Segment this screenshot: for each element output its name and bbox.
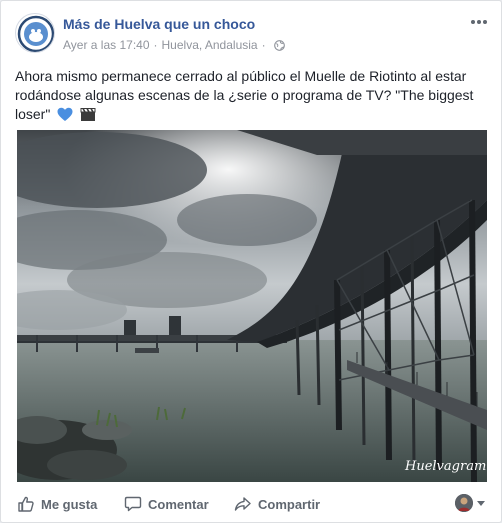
- post-meta: Ayer a las 17:40 · Huelva, Andalusia ·: [63, 38, 285, 52]
- blue-heart-icon: [57, 107, 73, 127]
- meta-separator: ·: [153, 38, 158, 52]
- page-name-link[interactable]: Más de Huelva que un choco: [63, 16, 255, 32]
- share-button[interactable]: Compartir: [234, 494, 320, 514]
- comment-label: Comentar: [148, 496, 209, 512]
- chevron-down-icon: [477, 500, 485, 506]
- reaction-identity-selector[interactable]: [455, 494, 485, 512]
- like-label: Me gusta: [41, 496, 98, 512]
- post-card: Más de Huelva que un choco Ayer a las 17…: [0, 0, 502, 523]
- share-label: Compartir: [258, 496, 321, 512]
- page-logo: [17, 15, 54, 52]
- user-avatar-icon: [455, 494, 473, 512]
- like-button[interactable]: Me gusta: [17, 494, 97, 514]
- comment-button[interactable]: Comentar: [124, 494, 209, 514]
- post-action-bar: Me gusta Comentar Compartir: [1, 484, 501, 522]
- post-photo[interactable]: Huelvagram: [17, 130, 487, 482]
- share-arrow-icon: [234, 497, 251, 511]
- clapper-board-icon: [80, 107, 96, 127]
- pier-photo: Huelvagram: [17, 130, 487, 482]
- comment-bubble-icon: [124, 496, 142, 512]
- globe-icon[interactable]: [273, 39, 285, 51]
- thumbs-up-icon: [18, 496, 34, 512]
- photo-watermark: Huelvagram: [404, 459, 486, 474]
- page-avatar[interactable]: [15, 13, 55, 53]
- post-timestamp[interactable]: Ayer a las 17:40: [63, 38, 150, 52]
- post-message: Ahora mismo permanece cerrado al público…: [15, 67, 487, 127]
- post-header: Más de Huelva que un choco Ayer a las 17…: [15, 13, 489, 57]
- meta-separator: ·: [261, 38, 266, 52]
- more-options-icon[interactable]: [469, 15, 489, 27]
- post-location[interactable]: Huelva, Andalusia: [162, 38, 258, 52]
